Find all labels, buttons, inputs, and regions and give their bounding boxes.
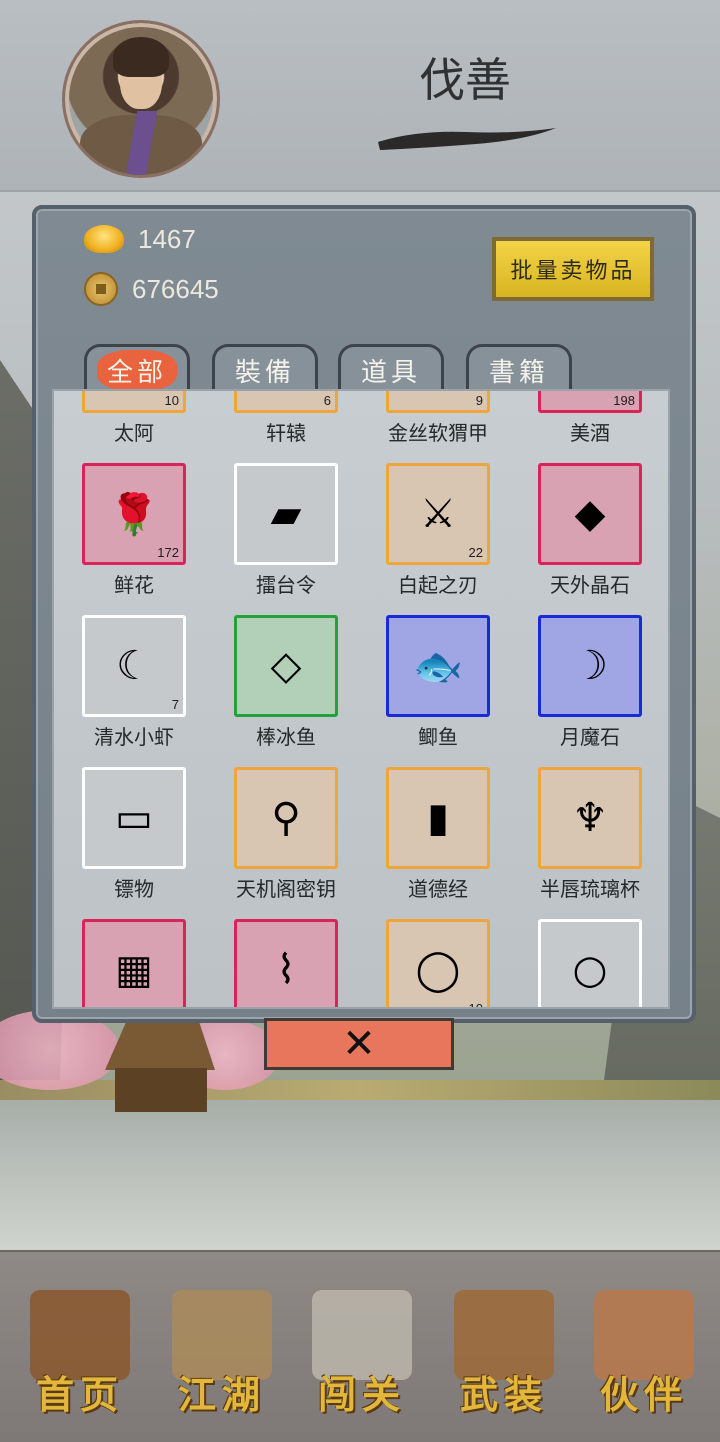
ring-icon: ◯ xyxy=(415,947,461,993)
inventory-item[interactable]: 🌹 172 xyxy=(82,463,186,565)
nav-label: 江湖 xyxy=(177,1372,266,1417)
token-icon: ▰ xyxy=(270,491,302,537)
sword-icon: 🗡 xyxy=(237,391,335,410)
tab-label: 裝備 xyxy=(234,358,295,388)
coin-row: 676645 xyxy=(84,271,219,307)
item-count: 10 xyxy=(468,1001,483,1009)
item-name: 天机阁密钥 xyxy=(236,877,336,901)
book-icon: ▮ xyxy=(426,795,449,841)
shrimp-icon: ☾ xyxy=(116,643,152,689)
item-name: 道德经 xyxy=(408,877,468,901)
tab-books[interactable]: 書籍 xyxy=(466,344,572,394)
necklace-icon: ⌇ xyxy=(276,947,296,993)
inventory-item[interactable]: 🗡6 xyxy=(234,391,338,413)
tab-label: 全部 xyxy=(96,350,177,391)
inventory-item[interactable]: ☽ xyxy=(538,615,642,717)
inventory-item[interactable]: ▭ xyxy=(82,767,186,869)
inventory-item[interactable]: ○ xyxy=(538,919,642,1007)
item-name: 金丝软猬甲 xyxy=(388,421,488,445)
nav-item[interactable]: 闯关 xyxy=(302,1282,422,1422)
item-count: 7 xyxy=(171,697,179,712)
inventory-item[interactable]: 🐟 xyxy=(386,615,490,717)
item-name: 半唇琉璃杯 xyxy=(540,877,640,901)
nav-item[interactable]: 江湖 xyxy=(162,1282,282,1422)
item-name: 清水小虾 xyxy=(94,725,174,749)
item-count: 22 xyxy=(468,545,483,560)
gold-ingot-icon xyxy=(84,225,124,253)
inventory-item[interactable]: ◆ xyxy=(538,463,642,565)
inventory-item[interactable]: ▮ xyxy=(386,767,490,869)
crystal-icon: ◆ xyxy=(574,491,606,537)
item-name: 月魔石 xyxy=(560,725,620,749)
bottom-nav: 首页 江湖 闯关 武装 伙伴 xyxy=(0,1250,720,1442)
item-count: 9 xyxy=(475,393,483,408)
close-button[interactable]: ✕ xyxy=(264,1018,454,1070)
item-count: 10 xyxy=(164,393,179,408)
gold-tray-icon: ▦ xyxy=(115,947,153,993)
nav-label: 武装 xyxy=(459,1372,548,1417)
item-name: 擂台令 xyxy=(256,573,316,597)
item-name: 鲜花 xyxy=(114,573,154,597)
inventory-item[interactable]: 🛡9 xyxy=(386,391,490,413)
inventory-item[interactable]: ♆ xyxy=(538,767,642,869)
item-name: 镖物 xyxy=(114,877,154,901)
bracelet-icon: ○ xyxy=(572,947,608,993)
copper-coin-icon xyxy=(84,272,118,306)
river xyxy=(0,1100,720,1250)
bulk-sell-button[interactable]: 批量卖物品 xyxy=(492,237,654,301)
nav-label: 伙伴 xyxy=(599,1372,688,1417)
item-count: 6 xyxy=(323,393,331,408)
tab-all[interactable]: 全部 xyxy=(84,344,190,394)
moon-stone-icon: ☽ xyxy=(572,643,608,689)
brush-stroke-decoration xyxy=(378,128,556,150)
item-name: 太阿 xyxy=(114,421,154,445)
item-name: 美酒 xyxy=(570,421,610,445)
item-count: 172 xyxy=(157,545,179,560)
inventory-item[interactable]: ◯ 10 xyxy=(386,919,490,1009)
fish-icon: 🐟 xyxy=(413,643,463,690)
item-name: 白起之刃 xyxy=(398,573,478,597)
item-name: 天外晶石 xyxy=(550,573,630,597)
inventory-panel: 1467 676645 批量卖物品 全部 裝備 道具 書籍 🗡10太阿🗡6轩辕🛡… xyxy=(32,205,696,1023)
inventory-item[interactable]: ☾ 7 xyxy=(82,615,186,717)
inventory-item[interactable]: ▰ xyxy=(234,463,338,565)
nav-item[interactable]: 首页 xyxy=(20,1282,140,1422)
item-name: 棒冰鱼 xyxy=(256,725,316,749)
inventory-item[interactable]: ⌇ xyxy=(234,919,338,1007)
inventory-item[interactable]: ◇ xyxy=(234,615,338,717)
inventory-item[interactable]: 🗡10 xyxy=(82,391,186,413)
inventory-item[interactable]: 🍶198 xyxy=(538,391,642,413)
tab-label: 道具 xyxy=(360,358,421,388)
small-fish-icon: ◇ xyxy=(270,643,302,689)
gold-amount: 1467 xyxy=(138,223,196,254)
inventory-item[interactable]: ▦ xyxy=(82,919,186,1007)
key-instrument-icon: ⚲ xyxy=(271,795,301,841)
item-name: 鲫鱼 xyxy=(418,725,458,749)
item-grid[interactable]: 🗡10太阿🗡6轩辕🛡9金丝软猬甲🍶198美酒🌹172鲜花▰擂台令⚔22白起之刃◆… xyxy=(52,389,670,1009)
tab-label: 書籍 xyxy=(488,358,549,388)
nav-label: 首页 xyxy=(35,1372,124,1417)
close-icon: ✕ xyxy=(342,1021,376,1067)
inventory-item[interactable]: ⚔ 22 xyxy=(386,463,490,565)
avatar[interactable] xyxy=(62,20,220,178)
nav-item[interactable]: 伙伴 xyxy=(584,1282,704,1422)
player-header: 伐善 xyxy=(0,0,720,192)
nav-label: 闯关 xyxy=(317,1372,406,1417)
cargo-box-icon: ▭ xyxy=(115,795,153,841)
item-count: 198 xyxy=(613,393,635,408)
tab-props[interactable]: 道具 xyxy=(338,344,444,394)
player-name: 伐善 xyxy=(419,53,511,107)
item-name: 轩辕 xyxy=(266,421,306,445)
glass-cup-icon: ♆ xyxy=(572,795,608,841)
armor-icon: 🛡 xyxy=(389,391,487,410)
nav-item[interactable]: 武装 xyxy=(444,1282,564,1422)
gold-row: 1467 xyxy=(84,221,196,257)
tab-equipment[interactable]: 裝備 xyxy=(212,344,318,394)
inventory-item[interactable]: ⚲ xyxy=(234,767,338,869)
hut-illustration xyxy=(105,1020,215,1112)
coin-amount: 676645 xyxy=(132,273,219,304)
